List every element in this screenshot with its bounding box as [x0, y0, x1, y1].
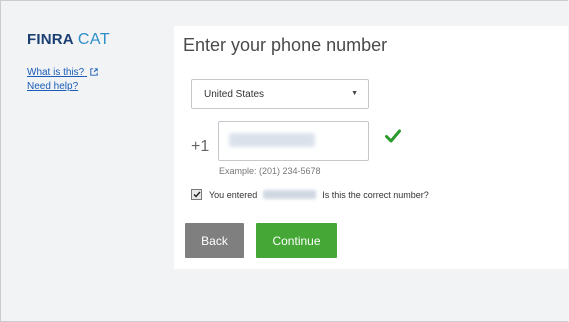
- confirm-number-row: You entered Is this the correct number?: [191, 189, 429, 200]
- what-is-this-link[interactable]: What is this?: [27, 67, 167, 79]
- logo-finra-text: FINRA: [27, 31, 74, 48]
- phone-entry-panel: Enter your phone number United States ▼ …: [174, 26, 568, 269]
- dial-code: +1: [191, 138, 210, 155]
- country-select-value: United States: [204, 88, 265, 100]
- need-help-label: Need help?: [27, 81, 79, 92]
- country-select[interactable]: United States ▼: [191, 79, 369, 109]
- page-title: Enter your phone number: [183, 35, 388, 55]
- finra-cat-logo: FINRA CAT: [27, 31, 167, 51]
- dropdown-caret-icon: ▼: [351, 90, 358, 97]
- masked-entered-number: [263, 190, 317, 199]
- logo-cat-text: CAT: [77, 31, 111, 48]
- sidebar: FINRA CAT What is this? Need help?: [27, 31, 167, 93]
- confirm-prefix: You entered: [209, 189, 258, 200]
- confirm-checkbox[interactable]: [191, 189, 202, 200]
- masked-phone-value: [229, 133, 315, 147]
- back-button[interactable]: Back: [185, 223, 244, 258]
- what-is-this-label: What is this?: [27, 67, 85, 78]
- confirm-question: Is this the correct number?: [322, 189, 429, 200]
- checkmark-icon: [385, 129, 401, 143]
- page-frame: FINRA CAT What is this? Need help? Enter…: [0, 0, 568, 322]
- phone-example-hint: Example: (201) 234-5678: [219, 166, 321, 176]
- continue-button[interactable]: Continue: [256, 223, 337, 258]
- external-link-icon: [90, 68, 98, 76]
- need-help-link[interactable]: Need help?: [27, 81, 167, 93]
- checkbox-check-icon: [193, 191, 201, 198]
